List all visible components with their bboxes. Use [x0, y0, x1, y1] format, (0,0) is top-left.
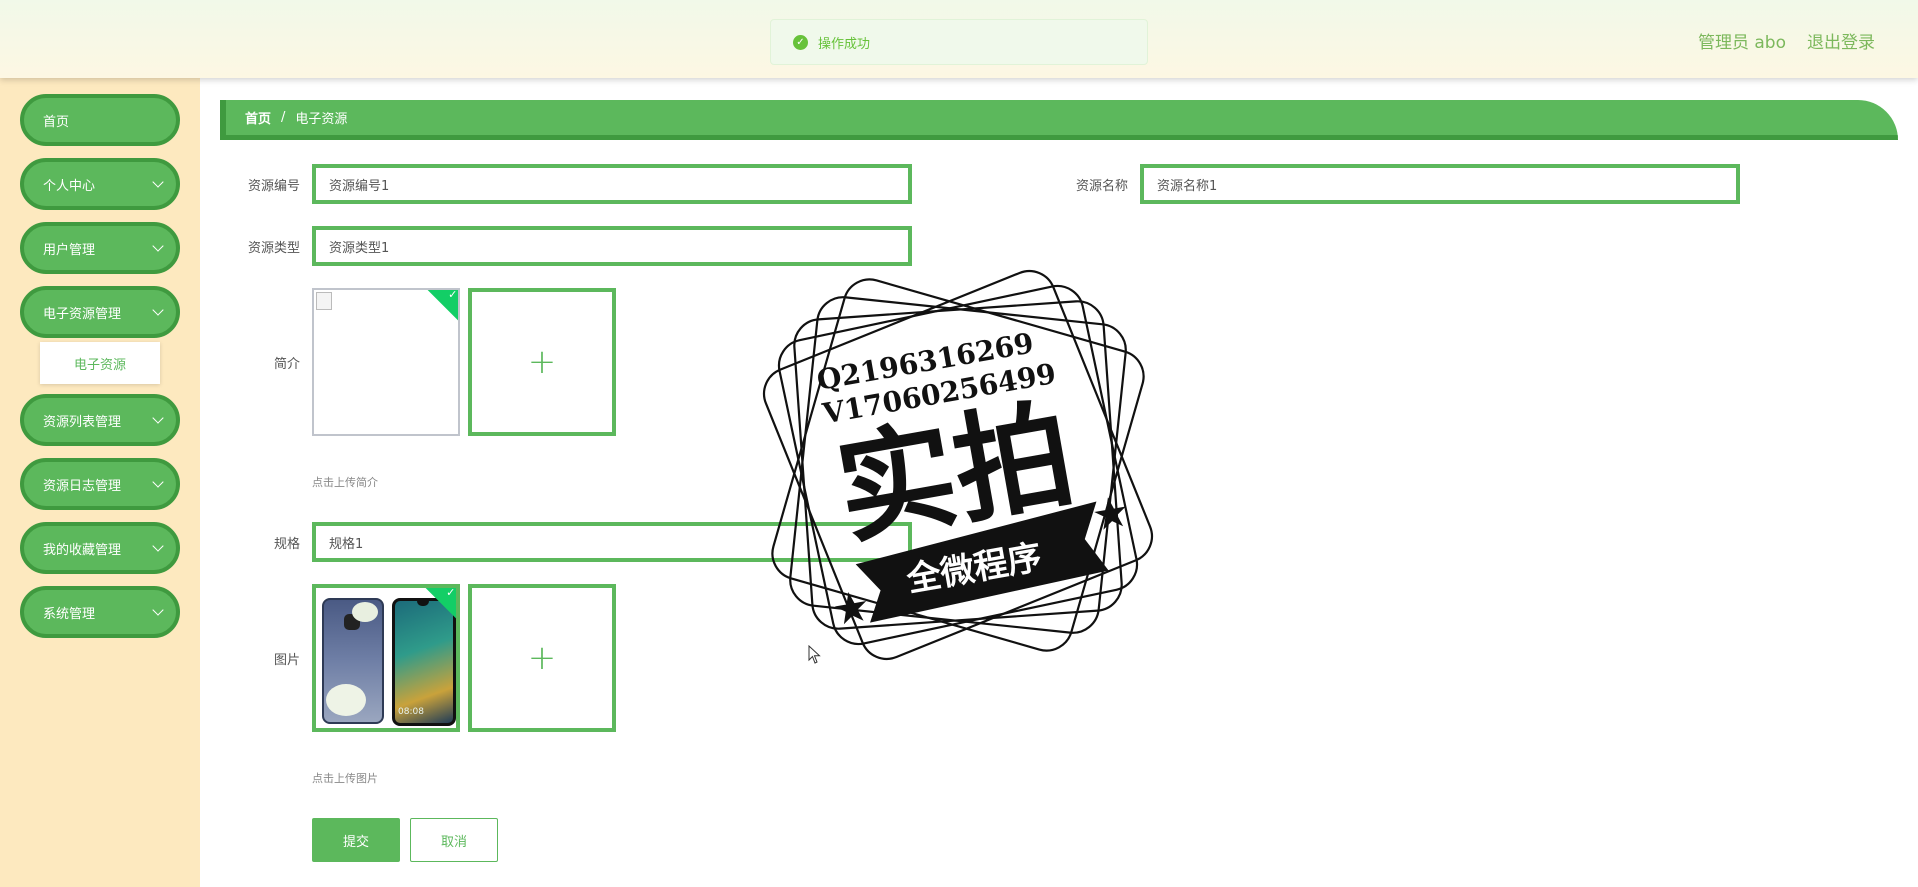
sidebar-item-eresource-management[interactable]: 电子资源管理 — [20, 286, 180, 338]
sidebar-item-user-management[interactable]: 用户管理 — [20, 222, 180, 274]
sidebar-subitem-label: 电子资源 — [73, 357, 126, 373]
flower-decoration — [326, 684, 366, 716]
sidebar-item-label: 用户管理 — [43, 242, 96, 258]
check-circle-icon: ✓ — [793, 34, 808, 50]
chevron-down-icon — [152, 176, 164, 188]
image-uploaded-file[interactable]: 08:08 ✓ — [312, 584, 460, 732]
breadcrumb-current: 电子资源 — [295, 112, 348, 127]
sidebar-item-label: 电子资源管理 — [43, 306, 122, 322]
chevron-down-icon — [152, 412, 164, 424]
top-bar: ✓ 操作成功 管理员 abo 退出登录 — [0, 0, 1918, 78]
intro-upload-hint: 点击上传简介 — [312, 476, 378, 489]
sidebar-item-label: 系统管理 — [43, 606, 96, 622]
sidebar-item-home[interactable]: 首页 — [20, 94, 180, 146]
toast-message: 操作成功 — [818, 36, 871, 52]
submit-button[interactable]: 提交 — [312, 818, 400, 862]
sidebar-item-label: 首页 — [43, 114, 70, 130]
flower-decoration — [352, 602, 378, 622]
logout-link[interactable]: 退出登录 — [1807, 28, 1875, 53]
chevron-down-icon — [152, 476, 164, 488]
image-upload-hint: 点击上传图片 — [312, 772, 378, 785]
broken-image-icon — [316, 292, 332, 310]
sidebar-item-label: 我的收藏管理 — [43, 542, 122, 558]
success-toast: ✓ 操作成功 — [770, 19, 1148, 65]
image-upload-button[interactable]: + — [468, 584, 616, 732]
phone-time: 08:08 — [398, 707, 424, 717]
breadcrumb-home[interactable]: 首页 — [245, 108, 271, 127]
resource-name-label: 资源名称 — [1075, 179, 1128, 194]
sidebar-item-resource-log[interactable]: 资源日志管理 — [20, 458, 180, 510]
sidebar-item-label: 资源列表管理 — [43, 414, 122, 430]
check-icon: ✓ — [448, 288, 458, 302]
chevron-down-icon — [152, 540, 164, 552]
intro-upload-button[interactable]: + — [468, 288, 616, 436]
chevron-down-icon — [152, 604, 164, 616]
mouse-cursor-icon — [808, 645, 821, 664]
sidebar: 首页 个人中心 用户管理 电子资源管理 电子资源 资源列表管理 资源日志管理 我… — [0, 78, 200, 887]
sidebar-item-resource-list[interactable]: 资源列表管理 — [20, 394, 180, 446]
chevron-down-icon — [152, 304, 164, 316]
intro-uploaded-file[interactable]: ✓ — [312, 288, 460, 436]
upload-success-badge: ✓ — [426, 288, 458, 322]
plus-icon: + — [527, 638, 557, 678]
spec-label: 规格 — [273, 537, 300, 552]
breadcrumb-separator: / — [281, 110, 286, 125]
image-label: 图片 — [273, 653, 300, 668]
intro-label: 简介 — [273, 357, 300, 372]
sidebar-item-label: 资源日志管理 — [43, 478, 122, 494]
phone-back-image — [322, 598, 384, 724]
check-icon: ✓ — [446, 586, 456, 600]
resource-type-label: 资源类型 — [247, 241, 300, 256]
sidebar-subitem-eresource[interactable]: 电子资源 — [40, 342, 160, 384]
current-user: 管理员 abo — [1697, 33, 1786, 53]
sidebar-item-label: 个人中心 — [43, 178, 96, 194]
cancel-button[interactable]: 取消 — [410, 818, 498, 862]
resource-code-label: 资源编号 — [247, 179, 300, 194]
sidebar-item-favorites[interactable]: 我的收藏管理 — [20, 522, 180, 574]
resource-code-input[interactable]: 资源编号1 — [312, 164, 912, 204]
watermark-stamp: Q2196316269 V17060256499 实拍 全微程序 — [762, 269, 1154, 661]
sidebar-item-personal-center[interactable]: 个人中心 — [20, 158, 180, 210]
plus-icon: + — [527, 342, 557, 382]
phone-front-image: 08:08 — [392, 598, 456, 726]
resource-name-input[interactable]: 资源名称1 — [1140, 164, 1740, 204]
phone-notch — [417, 601, 429, 606]
chevron-down-icon — [152, 240, 164, 252]
breadcrumb: 首页 / 电子资源 — [220, 100, 1898, 140]
sidebar-item-system[interactable]: 系统管理 — [20, 586, 180, 638]
